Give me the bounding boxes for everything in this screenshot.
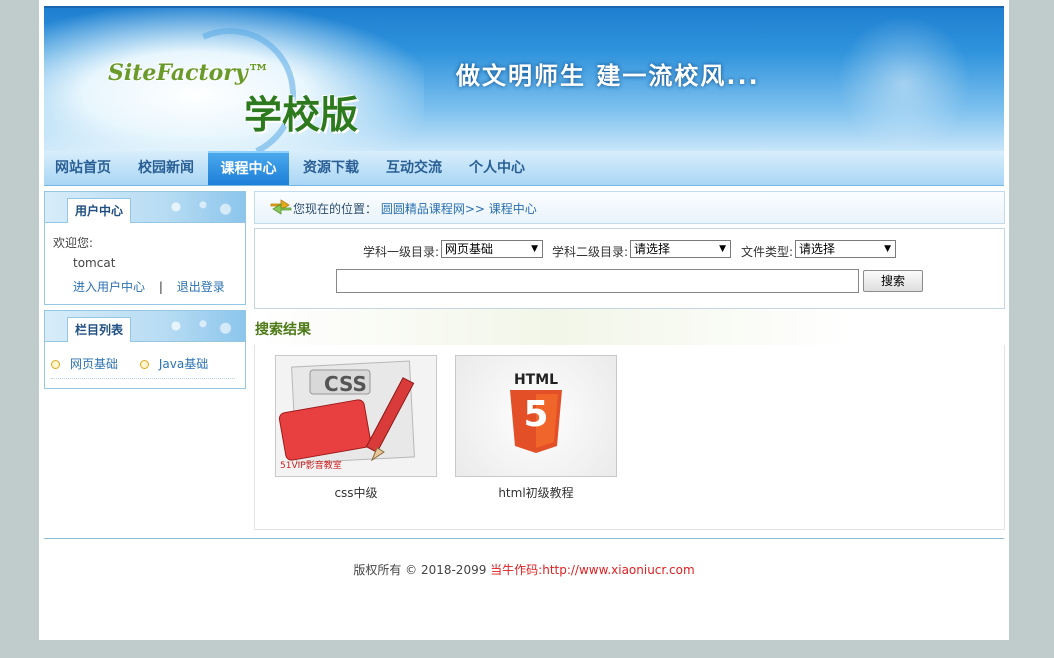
course-card[interactable]: CSS 51VIP影音教室 css中级 xyxy=(275,355,437,501)
category-item[interactable]: 网页基础 xyxy=(51,355,118,372)
nav-item-downloads[interactable]: 资源下载 xyxy=(292,151,370,185)
search-button[interactable]: 搜索 xyxy=(863,270,923,292)
banner-slogan: 做文明师生 建一流校风... xyxy=(456,62,760,90)
page: SiteFactory™ 学校版 做文明师生 建一流校风... 网站首页 校园新… xyxy=(39,0,1009,640)
logout-link[interactable]: 退出登录 xyxy=(177,280,225,294)
category-item-label: 网页基础 xyxy=(70,357,119,371)
breadcrumb: 您现在的位置： 圆圆精品课程网>> 课程中心 xyxy=(254,191,1005,224)
double-arrow-icon xyxy=(270,199,292,215)
category-title: 栏目列表 xyxy=(67,317,132,342)
results-header: 搜索结果 xyxy=(254,309,1003,346)
subject2-select-value: 请选择 xyxy=(634,242,671,256)
course-card[interactable]: HTML 5 html初级教程 xyxy=(455,355,617,501)
footer-divider xyxy=(44,538,1004,539)
welcome-label: 欢迎您: xyxy=(53,236,94,250)
category-item-label: Java基础 xyxy=(158,357,209,371)
category-list: 网页基础 Java基础 xyxy=(51,355,235,379)
dropdown-arrow-icon: ▼ xyxy=(884,244,891,254)
dropdown-arrow-icon: ▼ xyxy=(531,244,538,254)
subject1-label: 学科一级目录: xyxy=(363,245,440,259)
user-center-title: 用户中心 xyxy=(67,198,132,223)
nav-item-forum[interactable]: 互动交流 xyxy=(374,151,454,185)
user-center-header: 用户中心 xyxy=(45,192,245,223)
thumb-css-text: CSS xyxy=(324,372,367,396)
bullet-icon xyxy=(51,360,60,369)
search-panel: 学科一级目录: 网页基础 ▼ 学科二级目录: 请选择 ▼ 文件类型: 请选择 ▼… xyxy=(254,228,1005,309)
author-link[interactable]: 当牛作码:http://www.xiaoniucr.com xyxy=(490,563,695,577)
footer: 版权所有 © 2018-2099 当牛作码:http://www.xiaoniu… xyxy=(39,561,1009,578)
thumb-html-text: HTML xyxy=(513,372,559,388)
copyright-text: 版权所有 © 2018-2099 xyxy=(353,563,491,577)
subject1-select[interactable]: 网页基础 ▼ xyxy=(441,240,543,258)
edition-title: 学校版 xyxy=(244,92,359,137)
subject2-select[interactable]: 请选择 ▼ xyxy=(630,240,731,258)
dropdown-arrow-icon: ▼ xyxy=(719,244,726,254)
category-panel: 栏目列表 网页基础 Java基础 xyxy=(44,310,246,389)
floral-decoration-icon xyxy=(149,315,239,337)
user-center-panel: 用户中心 欢迎您: tomcat 进入用户中心 | 退出登录 xyxy=(44,191,246,305)
nav-item-home[interactable]: 网站首页 xyxy=(44,151,122,185)
header-banner: SiteFactory™ 学校版 做文明师生 建一流校风... xyxy=(44,6,1004,153)
floral-decoration-icon xyxy=(149,196,239,218)
brand-logo-text: SiteFactory™ xyxy=(108,60,270,86)
filetype-select[interactable]: 请选择 ▼ xyxy=(795,240,896,258)
results-grid: CSS 51VIP影音教室 css中级 HTML 5 html初级教程 xyxy=(254,345,1005,530)
user-links: 进入用户中心 | 退出登录 xyxy=(73,278,225,295)
course-thumbnail[interactable]: CSS 51VIP影音教室 xyxy=(275,355,437,477)
category-item[interactable]: Java基础 xyxy=(139,355,209,372)
username: tomcat xyxy=(73,256,116,270)
category-header: 栏目列表 xyxy=(45,311,245,342)
filetype-label: 文件类型: xyxy=(741,245,794,259)
breadcrumb-path[interactable]: 圆圆精品课程网>> 课程中心 xyxy=(381,202,537,216)
main-nav: 网站首页 校园新闻 课程中心 资源下载 互动交流 个人中心 xyxy=(44,151,1004,186)
nav-item-personal[interactable]: 个人中心 xyxy=(457,151,537,185)
breadcrumb-text: 您现在的位置： 圆圆精品课程网>> 课程中心 xyxy=(293,200,537,217)
bullet-icon xyxy=(139,360,149,369)
keyword-input[interactable] xyxy=(336,269,859,293)
banner-flower-graphic xyxy=(824,18,984,148)
enter-user-center-link[interactable]: 进入用户中心 xyxy=(73,280,145,294)
filetype-select-value: 请选择 xyxy=(799,242,836,256)
html5-badge-number: 5 xyxy=(523,394,549,435)
results-title: 搜索结果 xyxy=(255,322,311,338)
thumb-watermark: 51VIP影音教室 xyxy=(280,461,342,471)
subject2-label: 学科二级目录: xyxy=(552,245,629,259)
nav-item-courses[interactable]: 课程中心 xyxy=(208,151,289,185)
nav-item-news[interactable]: 校园新闻 xyxy=(126,151,206,185)
course-name[interactable]: css中级 xyxy=(275,484,437,501)
subject1-select-value: 网页基础 xyxy=(445,242,494,256)
course-thumbnail[interactable]: HTML 5 xyxy=(455,355,617,477)
breadcrumb-prefix: 您现在的位置： xyxy=(293,202,378,216)
link-separator: | xyxy=(158,280,163,294)
course-name[interactable]: html初级教程 xyxy=(455,484,617,501)
